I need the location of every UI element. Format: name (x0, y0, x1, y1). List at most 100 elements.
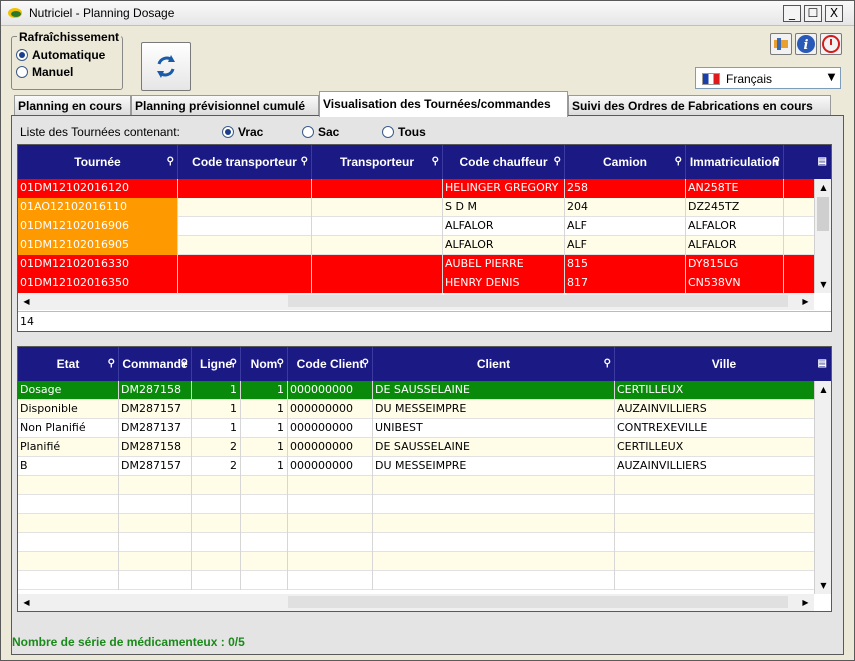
scroll-up-arrow-icon[interactable]: ▲ (815, 179, 831, 196)
table-cell: S D M (443, 198, 565, 217)
col-ville[interactable]: Ville ▤ (615, 347, 831, 381)
tournees-vertical-scrollbar[interactable]: ▲ ▼ (814, 179, 831, 293)
radio-manuel[interactable]: Manuel (16, 65, 73, 79)
scroll-right-arrow-icon[interactable]: ▶ (797, 594, 814, 611)
col-immatriculation[interactable]: Immatriculation ⚲ (686, 145, 784, 179)
filter-tous-label: Tous (398, 125, 426, 139)
table-row[interactable] (18, 514, 816, 533)
search-key-icon[interactable]: ⚲ (432, 145, 439, 179)
table-row[interactable]: Dosage DM287158 1 1 000000000 DE SAUSSELAINE C… (18, 381, 816, 400)
col-etat[interactable]: Etat ⚲ (18, 347, 119, 381)
table-row[interactable]: B DM287157 2 1 000000000 DU MESSEIMPRE AUZAINV… (18, 457, 816, 476)
filter-vrac[interactable]: Vrac (222, 125, 263, 139)
col-code-chauffeur-label: Code chauffeur (459, 155, 548, 169)
col-options[interactable]: ▤ (784, 145, 831, 179)
search-key-icon[interactable]: ⚲ (277, 347, 284, 381)
table-cell (615, 533, 816, 552)
table-cell: 815 (565, 255, 686, 274)
col-commande[interactable]: Commande ⚲ (119, 347, 192, 381)
col-nom[interactable]: Nom ⚲ (241, 347, 288, 381)
filter-sac-indicator[interactable] (302, 126, 314, 138)
table-row[interactable]: 01DM12102016330 AUBEL PIERRE 815 DY815LG (18, 255, 816, 274)
search-key-icon[interactable]: ⚲ (604, 347, 611, 381)
scroll-thumb[interactable] (288, 596, 788, 608)
scroll-down-arrow-icon[interactable]: ▼ (815, 577, 831, 594)
radio-automatique-indicator[interactable] (16, 49, 28, 61)
table-row[interactable]: 01DM12102016350 HENRY DENIS 817 CN538VN (18, 274, 816, 293)
search-key-icon[interactable]: ⚲ (181, 347, 188, 381)
filter-sac[interactable]: Sac (302, 125, 339, 139)
tournees-horizontal-scrollbar[interactable]: ◀ ▶ (18, 293, 814, 310)
col-client[interactable]: Client ⚲ (373, 347, 615, 381)
radio-manuel-indicator[interactable] (16, 66, 28, 78)
table-cell (312, 217, 443, 236)
maximize-button[interactable]: ☐ (804, 5, 822, 22)
search-key-icon[interactable]: ⚲ (675, 145, 682, 179)
table-cell (241, 514, 288, 533)
table-row[interactable]: 01DM12102016906 ALFALOR ALF ALFALOR (18, 217, 816, 236)
table-row[interactable]: 01DM12102016120 HELINGER GREGORY 258 AN258T… (18, 179, 816, 198)
table-cell (119, 476, 192, 495)
column-menu-icon[interactable]: ▤ (818, 347, 827, 381)
scroll-down-arrow-icon[interactable]: ▼ (815, 276, 831, 293)
search-key-icon[interactable]: ⚲ (362, 347, 369, 381)
col-ville-label: Ville (711, 357, 737, 371)
tab-planning-en-cours[interactable]: Planning en cours (14, 95, 131, 115)
table-row[interactable]: 01AO12102016110 S D M 204 DZ245TZ (18, 198, 816, 217)
table-row[interactable]: Disponible DM287157 1 1 000000000 DU MESSEIMP… (18, 400, 816, 419)
search-key-icon[interactable]: ⚲ (167, 145, 174, 179)
table-cell (784, 198, 816, 217)
table-cell: DM287137 (119, 419, 192, 438)
table-row[interactable] (18, 533, 816, 552)
search-key-icon[interactable]: ⚲ (230, 347, 237, 381)
tab-planning-previsionnel[interactable]: Planning prévisionnel cumulé (131, 95, 319, 115)
col-camion[interactable]: Camion ⚲ (565, 145, 686, 179)
table-row[interactable] (18, 571, 816, 590)
filter-tous-indicator[interactable] (382, 126, 394, 138)
language-select[interactable]: Français ▼ (695, 67, 841, 89)
search-key-icon[interactable]: ⚲ (108, 347, 115, 381)
col-code-client[interactable]: Code Client ⚲ (288, 347, 373, 381)
col-transporteur[interactable]: Transporteur ⚲ (312, 145, 443, 179)
column-menu-icon[interactable]: ▤ (818, 145, 827, 179)
table-cell (288, 495, 373, 514)
search-key-icon[interactable]: ⚲ (301, 145, 308, 179)
search-key-icon[interactable]: ⚲ (554, 145, 561, 179)
table-cell (373, 533, 615, 552)
scroll-left-arrow-icon[interactable]: ◀ (18, 293, 35, 310)
table-row[interactable] (18, 476, 816, 495)
col-ligne[interactable]: Ligne ⚲ (192, 347, 241, 381)
power-button[interactable] (820, 33, 842, 55)
filter-vrac-indicator[interactable] (222, 126, 234, 138)
table-row[interactable] (18, 495, 816, 514)
filter-tous[interactable]: Tous (382, 125, 426, 139)
scroll-thumb[interactable] (817, 197, 829, 231)
table-cell: DU MESSEIMPRE (373, 400, 615, 419)
col-code-chauffeur[interactable]: Code chauffeur ⚲ (443, 145, 565, 179)
col-code-transporteur[interactable]: Code transporteur ⚲ (178, 145, 312, 179)
scroll-right-arrow-icon[interactable]: ▶ (797, 293, 814, 310)
tab-suivi-ordres[interactable]: Suivi des Ordres de Fabrications en cour… (568, 95, 831, 115)
search-key-icon[interactable]: ⚲ (773, 145, 780, 179)
chevron-down-icon[interactable]: ▼ (823, 68, 840, 88)
table-row[interactable]: Planifié DM287158 2 1 000000000 DE SAUSSELAIN… (18, 438, 816, 457)
table-row[interactable]: 01DM12102016905 ALFALOR ALF ALFALOR (18, 236, 816, 255)
info-button[interactable]: i (795, 33, 817, 55)
scroll-left-arrow-icon[interactable]: ◀ (18, 594, 35, 611)
radio-automatique[interactable]: Automatique (16, 48, 105, 62)
table-row[interactable] (18, 552, 816, 571)
table-cell: HENRY DENIS (443, 274, 565, 293)
commandes-vertical-scrollbar[interactable]: ▲ ▼ (814, 381, 831, 594)
table-cell: CN538VN (686, 274, 784, 293)
commandes-horizontal-scrollbar[interactable]: ◀ ▶ (18, 594, 814, 611)
scroll-thumb[interactable] (288, 295, 788, 307)
col-tournee[interactable]: Tournée ⚲ (18, 145, 178, 179)
minimize-button[interactable]: _ (783, 5, 801, 22)
tab-visualisation-tournees[interactable]: Visualisation des Tournées/commandes (319, 91, 568, 117)
scroll-up-arrow-icon[interactable]: ▲ (815, 381, 831, 398)
tools-button[interactable] (770, 33, 792, 55)
table-cell (312, 274, 443, 293)
close-button[interactable]: X (825, 5, 843, 22)
table-row[interactable]: Non Planifié DM287137 1 1 000000000 UNIBEST CO… (18, 419, 816, 438)
refresh-button[interactable] (141, 42, 191, 91)
